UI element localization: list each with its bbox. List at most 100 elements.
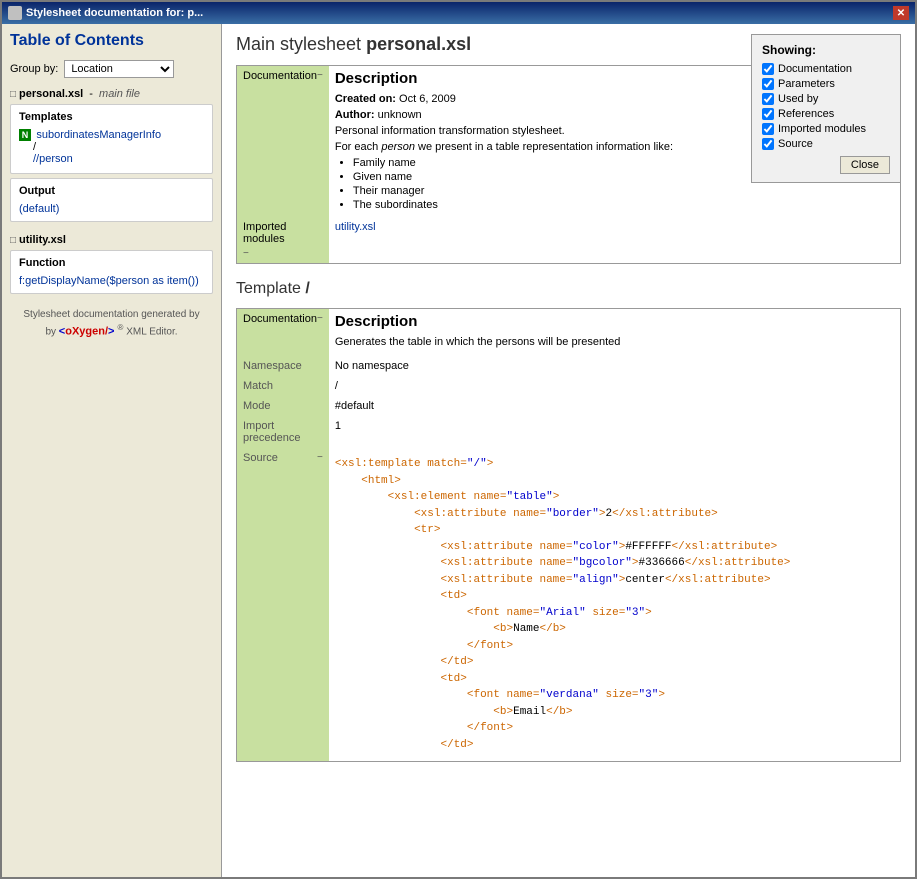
showing-item-references: References xyxy=(762,108,890,120)
template-source-value-cell: <xsl:template match="/"> <html> <xsl:ele… xyxy=(329,448,901,762)
src-line-16: </font> xyxy=(467,722,513,734)
template-doc-table: Documentation − Description Generates th… xyxy=(236,308,901,762)
showing-checkbox-parameters[interactable] xyxy=(762,78,774,90)
src-line-3: <xsl:attribute name="border"> xyxy=(414,508,605,520)
showing-label-documentation: Documentation xyxy=(778,63,852,75)
template-match-label: Match xyxy=(243,380,273,392)
imported-utility-link[interactable]: utility.xsl xyxy=(335,221,376,233)
template-doc-row: Documentation − Description Generates th… xyxy=(237,309,901,357)
personal-xsl-templates-box: Templates N subordinatesManagerInfo / //… xyxy=(10,104,213,174)
template-source-label: Source xyxy=(243,452,278,464)
showing-panel: Showing: Documentation Parameters Used b… xyxy=(751,34,901,183)
desc-italic: person xyxy=(381,141,415,153)
group-by-select[interactable]: Location Name Type xyxy=(64,60,174,78)
personal-xsl-section: □ personal.xsl - main file Templates N s… xyxy=(10,88,213,222)
template-path-slash: / xyxy=(33,141,204,153)
main-window: Stylesheet documentation for: p... ✕ Tab… xyxy=(0,0,917,879)
output-link[interactable]: (default) xyxy=(19,203,59,215)
src-line-12: </td> xyxy=(440,656,473,668)
main-filename: personal.xsl xyxy=(366,34,471,54)
template-match-value-cell: / xyxy=(329,376,901,396)
template-link-person[interactable]: //person xyxy=(33,153,204,165)
src-line-2: <xsl:element name="table"> xyxy=(388,491,560,503)
utility-xsl-name: utility.xsl xyxy=(19,234,66,246)
output-box: Output (default) xyxy=(10,178,213,222)
desc-for-each: For each xyxy=(335,141,378,153)
imported-label: Imported modules xyxy=(243,221,286,245)
template-import-value-cell: 1 xyxy=(329,416,901,448)
template-link-subordinates[interactable]: subordinatesManagerInfo xyxy=(36,129,161,141)
template-import-value: 1 xyxy=(335,420,341,432)
showing-label-usedby: Used by xyxy=(778,93,818,105)
template-mode-row: Mode #default xyxy=(237,396,901,416)
src-line-17: </td> xyxy=(440,739,473,751)
showing-checkbox-imported[interactable] xyxy=(762,123,774,135)
footer-suffix: XML Editor. xyxy=(126,326,177,337)
showing-label-source: Source xyxy=(778,138,813,150)
collapse-utility-icon[interactable]: □ xyxy=(10,235,16,246)
imported-modules-row: Imported modules − utility.xsl xyxy=(237,217,901,264)
author-value: unknown xyxy=(378,109,422,121)
window-icon xyxy=(8,6,22,20)
collapse-personal-icon[interactable]: □ xyxy=(10,89,16,100)
showing-checkbox-usedby[interactable] xyxy=(762,93,774,105)
showing-item-source: Source xyxy=(762,138,890,150)
oxygen-brand: <oXygen/> xyxy=(59,325,118,337)
src-line-9: <font name="Arial" size="3"> xyxy=(467,607,652,619)
src-line-11: </font> xyxy=(467,640,513,652)
doc-collapse-icon[interactable]: − xyxy=(317,70,323,81)
function-link[interactable]: f:getDisplayName($person as item()) xyxy=(19,275,199,287)
showing-label-references: References xyxy=(778,108,834,120)
template-namespace-row: Namespace No namespace xyxy=(237,356,901,376)
author-label: Author: xyxy=(335,109,375,121)
showing-checkbox-references[interactable] xyxy=(762,108,774,120)
showing-item-parameters: Parameters xyxy=(762,78,890,90)
right-panel: Showing: Documentation Parameters Used b… xyxy=(222,24,915,877)
template-source-label-cell: Source − xyxy=(237,448,329,762)
template-desc-title: Description xyxy=(335,313,894,330)
showing-checkbox-source[interactable] xyxy=(762,138,774,150)
personal-xsl-header: □ personal.xsl - main file xyxy=(10,88,213,100)
personal-xsl-name: personal.xsl xyxy=(19,88,83,100)
created-value: Oct 6, 2009 xyxy=(399,93,456,105)
imported-label-text: Imported modules xyxy=(243,221,323,245)
function-label: Function xyxy=(19,257,204,269)
template-mode-label-cell: Mode xyxy=(237,396,329,416)
showing-close-button[interactable]: Close xyxy=(840,156,890,174)
imported-value-cell: utility.xsl xyxy=(329,217,901,264)
doc-section-label: Documentation − xyxy=(243,70,323,82)
template-doc-section-cell: Documentation − xyxy=(237,309,329,357)
template-import-row: Import precedence 1 xyxy=(237,416,901,448)
template-desc-text: Generates the table in which the persons… xyxy=(335,336,894,348)
template-n-icon: N xyxy=(19,129,31,141)
personal-xsl-desc: main file xyxy=(99,88,140,100)
main-title-text: Main stylesheet xyxy=(236,34,361,54)
registered-mark: ® xyxy=(118,323,124,332)
template-source-collapse-icon[interactable]: − xyxy=(317,452,323,463)
left-panel: Table of Contents Group by: Location Nam… xyxy=(2,24,222,877)
footer-text: Stylesheet documentation generated by xyxy=(23,309,199,320)
template-namespace-label: Namespace xyxy=(243,360,302,372)
template-doc-collapse-icon[interactable]: − xyxy=(317,313,323,324)
template-source-row: Source − <xsl:template match="/"> <html>… xyxy=(237,448,901,762)
personal-xsl-dash: - xyxy=(86,88,96,100)
src-line-10: <b> xyxy=(493,623,513,635)
group-by-row: Group by: Location Name Type xyxy=(10,60,213,78)
doc-section-text: Documentation xyxy=(243,70,317,82)
showing-checkbox-documentation[interactable] xyxy=(762,63,774,75)
showing-item-imported: Imported modules xyxy=(762,123,890,135)
oxygen-angle-open: < xyxy=(59,325,65,337)
showing-item-usedby: Used by xyxy=(762,93,890,105)
template-match-value: / xyxy=(335,380,338,392)
template-mode-label: Mode xyxy=(243,400,271,412)
template-namespace-value-cell: No namespace xyxy=(329,356,901,376)
doc-section-cell-documentation: Documentation − xyxy=(237,66,329,218)
src-line-0: <xsl:template match="/"> xyxy=(335,458,493,470)
templates-label: Templates xyxy=(19,111,204,123)
src-line-13: <td> xyxy=(440,673,466,685)
imported-collapse-icon[interactable]: − xyxy=(243,248,249,259)
window-close-button[interactable]: ✕ xyxy=(893,6,909,20)
content-area: Table of Contents Group by: Location Nam… xyxy=(2,24,915,877)
desc-text3: we present in a table representation inf… xyxy=(418,141,673,153)
src-line-8: <td> xyxy=(440,590,466,602)
